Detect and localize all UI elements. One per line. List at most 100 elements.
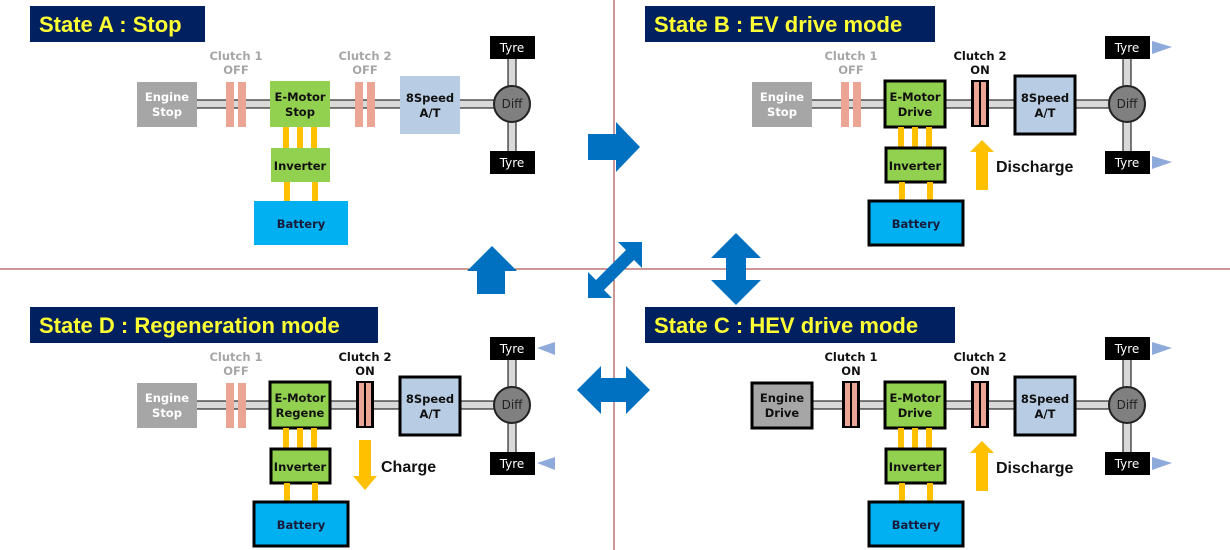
transmission-label-line2: A/T xyxy=(1035,407,1056,421)
clutch1-state: OFF xyxy=(838,63,864,77)
clutch2-assembly: Clutch 2ON xyxy=(953,350,1007,428)
cable-motor-inverter-2 xyxy=(297,127,303,149)
inverter-label: Inverter xyxy=(889,460,942,474)
transmission-label-line2: A/T xyxy=(420,106,441,120)
clutch2-name: Clutch 2 xyxy=(953,49,1006,63)
clutch2-plate-right xyxy=(981,82,986,125)
differential-label: Diff xyxy=(1117,398,1139,412)
emotor-label-line1: E-Motor xyxy=(274,391,325,405)
clutch2-state: ON xyxy=(970,364,989,378)
tyre_top: Tyre xyxy=(1105,337,1172,360)
tyre_bottom: Tyre xyxy=(1105,151,1172,174)
inverter-label: Inverter xyxy=(274,460,327,474)
emotor-label-line1: E-Motor xyxy=(889,391,940,405)
clutch2-name: Clutch 2 xyxy=(338,350,391,364)
clutch1-state: OFF xyxy=(223,364,249,378)
clutch1-plate-right xyxy=(238,383,246,428)
state-title: State A : Stop xyxy=(30,6,205,42)
tyre_bottom-label: Tyre xyxy=(499,457,525,471)
tyre_top-label: Tyre xyxy=(1114,342,1140,356)
battery-label: Battery xyxy=(892,518,941,532)
tyre_top-motion-arrow-left xyxy=(537,342,555,355)
tyre_bottom-label: Tyre xyxy=(1114,156,1140,170)
clutch1-plate-right xyxy=(238,82,246,127)
clutch2-assembly: Clutch 2ON xyxy=(338,350,392,428)
emotor-label-line1: E-Motor xyxy=(274,90,325,104)
emotor-block: E-MotorStop xyxy=(270,81,330,127)
clutch2-housing xyxy=(971,381,989,428)
discharge-arrow-icon xyxy=(970,140,994,190)
state-title-text: State B : EV drive mode xyxy=(654,12,902,37)
clutch1-plate-left xyxy=(226,383,234,428)
clutch2-state: OFF xyxy=(352,63,378,77)
cable-motor-inverter-3 xyxy=(926,428,932,450)
clutch2-assembly: Clutch 2ON xyxy=(953,49,1007,127)
cable-motor-inverter-1 xyxy=(898,428,904,450)
clutch1-plate-right xyxy=(853,82,861,127)
differential-label: Diff xyxy=(1117,97,1139,111)
cable-inverter-battery-2 xyxy=(927,182,933,202)
state-panel-c: State C : HEV drive modeEngineDriveClutc… xyxy=(645,307,1172,548)
tyre_bottom: Tyre xyxy=(490,151,535,174)
engine-label-line2: Stop xyxy=(152,105,182,119)
clutch2-housing xyxy=(356,381,374,428)
clutch1-name: Clutch 1 xyxy=(209,350,262,364)
clutch1-plate-left xyxy=(845,383,850,426)
clutch2-plate-left xyxy=(359,383,364,426)
clutch1-state: ON xyxy=(841,364,860,378)
transmission-label-line2: A/T xyxy=(1035,106,1056,120)
cable-motor-inverter-1 xyxy=(898,127,904,149)
tyre_bottom-motion-arrow-right xyxy=(1152,156,1172,169)
battery-label: Battery xyxy=(277,518,326,532)
clutch1-assembly: Clutch 1OFF xyxy=(209,49,263,127)
battery-block: Battery xyxy=(254,201,348,245)
clutch2-assembly: Clutch 2OFF xyxy=(338,49,392,127)
transmission-label-line1: 8Speed xyxy=(1021,392,1069,406)
differential: Diff xyxy=(1108,386,1146,424)
cable-motor-inverter-1 xyxy=(283,127,289,149)
cable-inverter-battery-2 xyxy=(927,483,933,503)
transmission-box xyxy=(398,375,462,437)
tyre_top: Tyre xyxy=(490,337,555,360)
tyre_top-motion-arrow-right xyxy=(1152,41,1172,54)
cable-motor-inverter-3 xyxy=(311,428,317,450)
engine-block: EngineStop xyxy=(137,383,197,428)
cable-inverter-battery-1 xyxy=(899,483,905,503)
emotor-box xyxy=(883,79,947,129)
transmission-block: 8SpeedA/T xyxy=(400,76,460,134)
emotor-box xyxy=(883,380,947,430)
battery-block: Battery xyxy=(867,500,965,548)
differential: Diff xyxy=(1108,85,1146,123)
engine-block: EngineDrive xyxy=(750,381,814,430)
inverter-block: Inverter xyxy=(271,148,330,182)
clutch1-plate-left xyxy=(226,82,234,127)
state-panel-d: State D : Regeneration mode EngineStop Clu… xyxy=(30,307,555,548)
transmission-box xyxy=(1013,375,1077,437)
discharge-arrow-icon xyxy=(970,441,994,491)
emotor-box xyxy=(268,380,332,430)
engine-label-line2: Drive xyxy=(765,406,800,420)
emotor-box xyxy=(270,81,330,127)
inverter-block: Inverter xyxy=(884,146,947,184)
transmission-label-line1: 8Speed xyxy=(406,91,454,105)
cable-motor-inverter-2 xyxy=(912,428,918,450)
state-title: State B : EV drive mode xyxy=(645,6,935,42)
inverter-label: Inverter xyxy=(889,159,942,173)
cable-motor-inverter-2 xyxy=(297,428,303,450)
energy-flow-label: Discharge xyxy=(996,460,1073,477)
inverter-label: Inverter xyxy=(274,159,327,173)
clutch1-name: Clutch 1 xyxy=(824,350,877,364)
transmission-label-line2: A/T xyxy=(420,407,441,421)
energy-flow-label: Charge xyxy=(381,459,436,476)
inverter-block: Inverter xyxy=(884,447,947,485)
engine-block: EngineStop xyxy=(752,82,812,127)
cable-motor-inverter-1 xyxy=(283,428,289,450)
emotor-label-line2: Drive xyxy=(898,406,933,420)
engine-label-line2: Stop xyxy=(767,105,797,119)
differential-label: Diff xyxy=(502,398,524,412)
energy-flow: Discharge xyxy=(970,140,1073,190)
inverter-block: Inverter xyxy=(269,447,332,485)
state-panel-a: State A : StopEngineStopClutch 1OFFE-Mot… xyxy=(30,6,535,245)
clutch1-assembly: Clutch 1ON xyxy=(824,350,878,428)
battery-label: Battery xyxy=(277,217,326,231)
